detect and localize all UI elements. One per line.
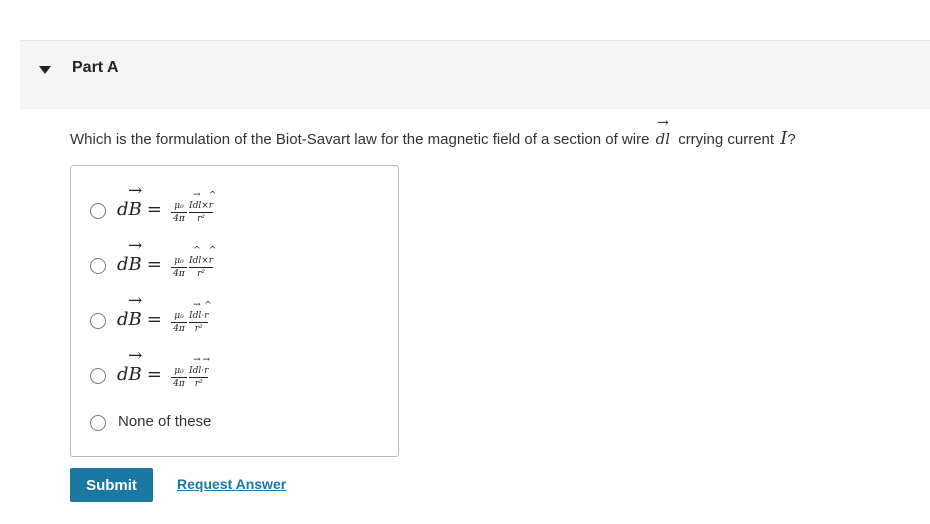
part-header[interactable]: Part A xyxy=(20,40,930,109)
unit-hat-icon: ^ xyxy=(208,246,217,256)
part-title: Part A xyxy=(72,59,119,76)
vector-arrow-icon: → xyxy=(127,290,143,311)
formula-lhs: d → B = xyxy=(117,290,162,330)
option-a[interactable]: d → B = μ₀ 4π I → dl× ^ r r² xyxy=(71,180,398,231)
radio-button[interactable] xyxy=(90,313,106,329)
question-text-after: crrying current xyxy=(678,131,775,148)
radio-button[interactable] xyxy=(90,258,106,274)
radio-button[interactable] xyxy=(90,415,106,431)
vector-arrow-icon: → xyxy=(193,355,201,365)
formula-lhs: d → B = xyxy=(117,235,162,275)
vector-arrow-icon: → xyxy=(127,235,143,256)
answer-options: d → B = μ₀ 4π I → dl× ^ r r² d → B = μ₀ 4π I ^ dl× ^ r r² … xyxy=(70,165,399,457)
option-b[interactable]: d → B = μ₀ 4π I ^ dl× ^ r r² xyxy=(71,235,398,286)
vector-arrow-icon: → xyxy=(656,115,669,132)
vector-arrow-icon: → xyxy=(193,300,201,310)
fraction-mu0-over-4pi: μ₀ 4π xyxy=(171,356,187,390)
question-text: Which is the formulation of the Biot-Sav… xyxy=(70,115,796,149)
fraction-mu0-over-4pi: μ₀ 4π xyxy=(171,246,187,280)
fraction-numerator-over-r2: I → dl· → r r² xyxy=(189,355,211,389)
question-text-before: Which is the formulation of the Biot-Sav… xyxy=(70,131,650,148)
option-d[interactable]: d → B = μ₀ 4π I → dl· → r r² xyxy=(71,345,398,396)
question-mark: ? xyxy=(787,131,796,148)
option-c[interactable]: d → B = μ₀ 4π I → dl· ^ r r² xyxy=(71,290,398,341)
fraction-mu0-over-4pi: μ₀ 4π xyxy=(171,191,187,225)
formula-lhs: d → B = xyxy=(117,180,162,220)
request-answer-link[interactable]: Request Answer xyxy=(177,476,286,492)
vector-arrow-icon: → xyxy=(193,190,201,200)
caret-down-icon[interactable] xyxy=(39,66,51,74)
fraction-numerator-over-r2: I → dl· ^ r r² xyxy=(189,300,212,334)
formula-lhs: d → B = xyxy=(117,345,162,385)
option-none-of-these[interactable]: None of these xyxy=(71,404,398,444)
fraction-mu0-over-4pi: μ₀ 4π xyxy=(171,301,187,335)
unit-hat-icon: ^ xyxy=(208,191,217,201)
vector-arrow-icon: → xyxy=(127,180,143,201)
vector-arrow-icon: → xyxy=(202,355,211,365)
submit-button[interactable]: Submit xyxy=(70,468,153,502)
vector-arrow-icon: → xyxy=(127,345,143,366)
option-none-label: None of these xyxy=(118,413,212,430)
dl-vector-symbol: → dl xyxy=(655,115,671,148)
fraction-numerator-over-r2: I ^ dl× ^ r r² xyxy=(189,246,217,279)
fraction-numerator-over-r2: I → dl× ^ r r² xyxy=(189,190,217,224)
radio-button[interactable] xyxy=(90,368,106,384)
unit-hat-icon: ^ xyxy=(193,246,201,256)
unit-hat-icon: ^ xyxy=(204,301,212,311)
radio-button[interactable] xyxy=(90,203,106,219)
